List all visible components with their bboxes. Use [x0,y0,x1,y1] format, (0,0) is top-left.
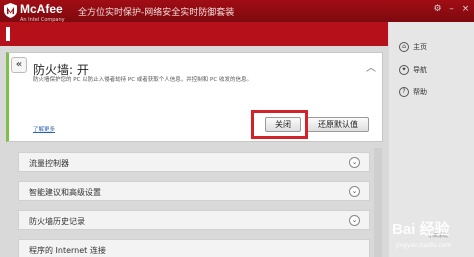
header-band-marker [6,27,10,41]
help-icon: ? [399,87,409,97]
watermark-brand: Bai 经验 [392,221,450,238]
mcafee-shield-icon [4,3,17,18]
sidebar-item-label: 导航 [413,66,427,74]
minimize-button[interactable]: – [446,4,457,15]
accordion-item-program-connections[interactable]: 程序的 Internet 连接 [18,239,370,257]
scrollbar[interactable] [374,148,382,257]
close-window-button[interactable]: × [460,4,471,15]
settings-icon[interactable]: ⚙ [432,4,443,15]
sidebar-item-help[interactable]: ? 帮助 [399,87,427,97]
accordion-label: 防火墙历史记录 [29,217,85,226]
accordion-label: 流量控制器 [29,159,69,168]
chevron-down-icon[interactable]: ⌄ [349,215,360,226]
sidebar-item-navigation[interactable]: ✦ 导航 [399,65,427,75]
title-bar: McAfee An Intel Company 全方位实时保护-网络安全实时防御… [0,0,474,23]
accordion-label: 程序的 Internet 连接 [29,246,106,255]
sidebar-item-home[interactable]: ⌂ 主页 [399,42,427,52]
collapse-chevron-icon[interactable]: ︿ [366,59,376,74]
accordion-label: 智能建议和高级设置 [29,188,101,197]
learn-more-link[interactable]: 了解更多 [33,125,55,133]
accordion-item-smart-advice[interactable]: 智能建议和高级设置 ⌄ [18,181,370,201]
accordion-item-firewall-history[interactable]: 防火墙历史记录 ⌄ [18,210,370,230]
app-logo: McAfee An Intel Company [4,2,65,23]
app-tagline: 全方位实时保护-网络安全实时防御套装 [78,8,235,18]
sidebar-item-label: 帮助 [413,88,427,96]
chevron-down-icon[interactable]: ⌄ [349,186,360,197]
highlight-box [251,110,308,139]
back-button[interactable]: « [11,57,27,73]
compass-icon: ✦ [399,65,409,75]
panel-description: 防火墙保护您的 PC 以防止入侵者劫持 PC 或者获取个人信息，并控制和 PC … [33,77,252,83]
restore-defaults-button[interactable]: 还原默认值 [307,117,369,132]
header-band [0,22,388,46]
app-name: McAfee [20,2,63,16]
watermark-url: jingyan.baidu.com [396,242,452,249]
sidebar-item-label: 主页 [413,43,427,51]
chevron-down-icon[interactable]: ⌄ [349,157,360,168]
accordion-item-traffic-controller[interactable]: 流量控制器 ⌄ [18,152,370,172]
window-controls: ⚙ – × [432,4,471,15]
home-icon: ⌂ [399,42,409,52]
watermark: 小白系统 Bai 经验 jingyan.baidu.com [388,212,474,257]
